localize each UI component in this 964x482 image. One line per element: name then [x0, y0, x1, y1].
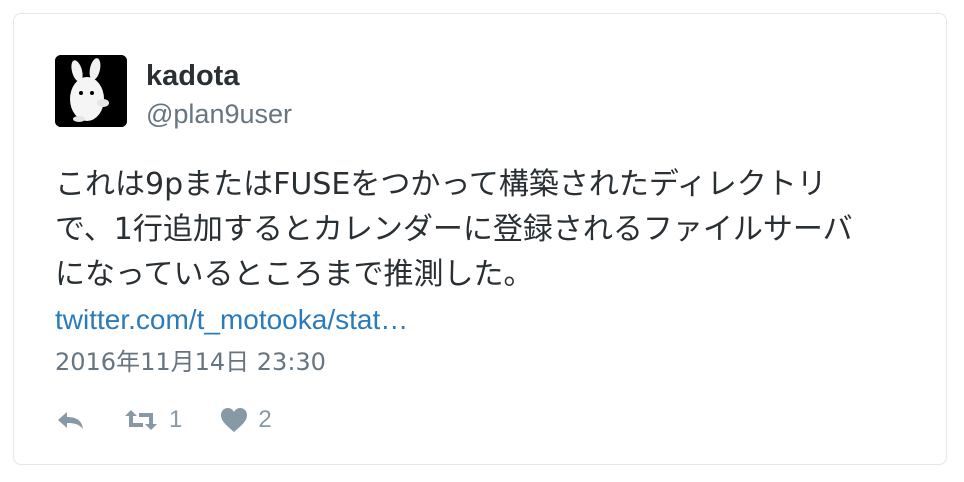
like-count: 2 — [258, 406, 272, 433]
tweet-timestamp[interactable]: 2016年11月14日 23:30 — [55, 346, 326, 378]
avatar[interactable] — [55, 55, 127, 127]
tweet-text-line: これは9pまたはFUSEをつかって構築されたディレクトリ — [55, 167, 827, 202]
author-handle[interactable]: @plan9user — [146, 98, 292, 130]
retweet-count: 1 — [169, 406, 183, 433]
retweet-icon — [125, 410, 157, 430]
reply-icon — [58, 412, 83, 429]
tweet-actions: 1 2 — [55, 402, 310, 438]
tweet-text: これは9pまたはFUSEをつかって構築されたディレクトリ で、1行追加するとカレ… — [55, 162, 915, 297]
like-button[interactable]: 2 — [220, 405, 272, 435]
rabbit-avatar-icon — [55, 55, 127, 127]
tweet-card: kadota @plan9user これは9pまたはFUSEをつかって構築された… — [13, 13, 947, 465]
author-name[interactable]: kadota — [146, 59, 239, 93]
retweet-button[interactable]: 1 — [123, 405, 182, 435]
tweet-text-line: で、1行追加するとカレンダーに登録されるファイルサーバ — [55, 212, 853, 247]
tweet-text-line: になっているところまで推測した。 — [55, 257, 534, 292]
reply-button[interactable] — [55, 408, 85, 432]
heart-icon — [221, 408, 248, 432]
quoted-tweet-link[interactable]: twitter.com/t_motooka/stat… — [55, 302, 408, 338]
